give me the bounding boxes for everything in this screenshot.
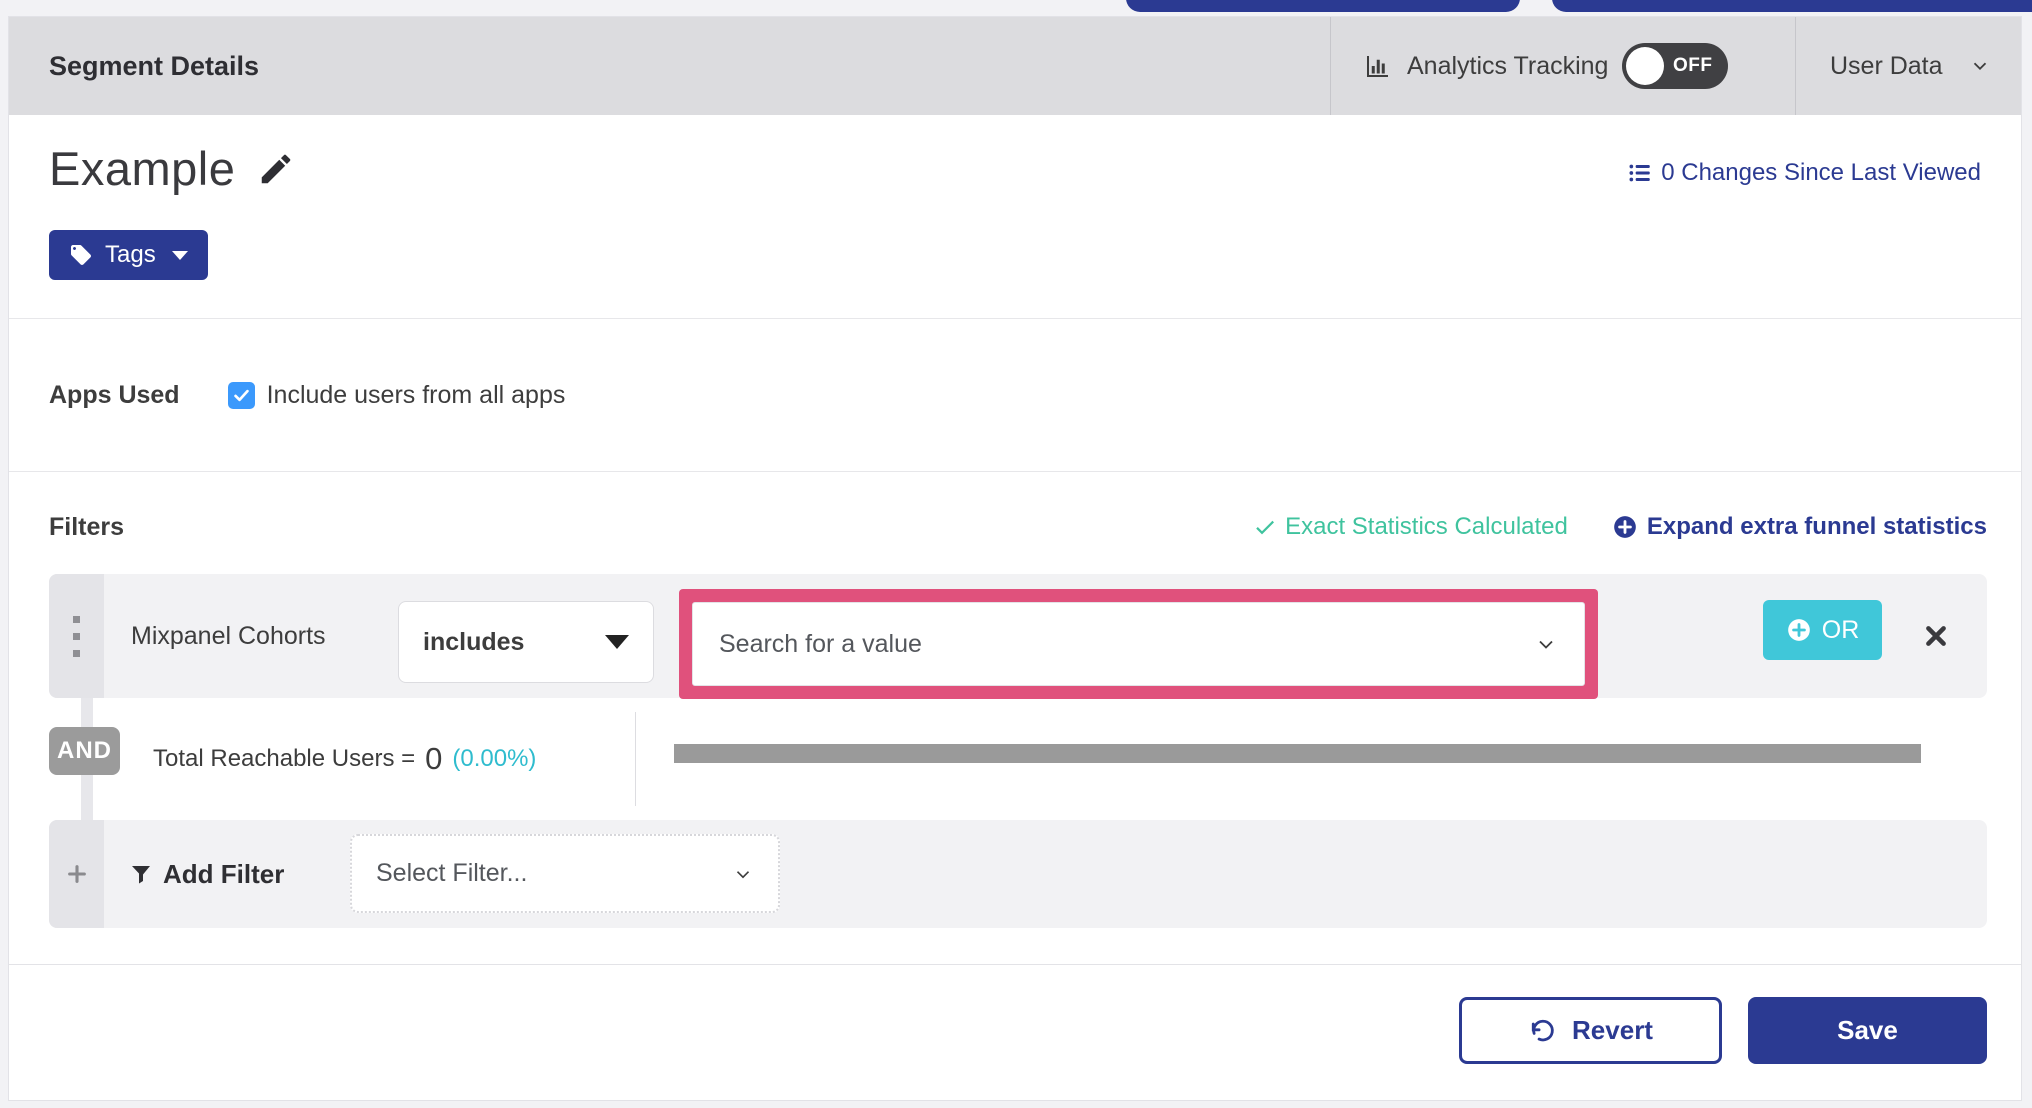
segment-details-page: Segment Details Analytics Tracking OFF U… (0, 0, 2032, 1108)
filters-heading: Filters (49, 512, 125, 541)
filter-name: Mixpanel Cohorts (131, 621, 326, 650)
value-placeholder: Search for a value (719, 629, 922, 658)
exact-statistics-label: Exact Statistics Calculated (1285, 513, 1568, 540)
save-button[interactable]: Save (1748, 997, 1987, 1064)
page-title: Segment Details (49, 50, 260, 81)
include-all-apps-checkbox[interactable] (227, 381, 255, 409)
segment-title-block: Example 0 Changes Since Last Viewed Tags (9, 115, 2021, 319)
exact-statistics-status: Exact Statistics Calculated (1253, 513, 1568, 541)
revert-button-label: Revert (1572, 1015, 1653, 1045)
select-filter-placeholder: Select Filter... (376, 859, 528, 887)
or-button-label: OR (1821, 615, 1860, 644)
toggle-knob (1626, 47, 1665, 85)
reachable-users-label: Total Reachable Users = (153, 745, 416, 772)
close-icon (1926, 626, 1946, 646)
plus-icon (67, 865, 86, 883)
add-filter-plus-handle[interactable] (49, 820, 104, 928)
value-select-highlight: Search for a value (679, 589, 1598, 699)
vertical-divider (635, 712, 636, 806)
footer-actions: Revert Save (9, 964, 2021, 1064)
tags-button[interactable]: Tags (49, 230, 208, 280)
drag-handle[interactable] (49, 574, 104, 698)
revert-button[interactable]: Revert (1459, 997, 1722, 1064)
add-filter-label: Add Filter (163, 858, 285, 889)
and-badge: AND (49, 727, 120, 775)
chevron-down-icon (1539, 640, 1553, 649)
expand-funnel-statistics-link[interactable]: Expand extra funnel statistics (1612, 513, 1987, 541)
check-icon (1253, 515, 1277, 539)
expand-funnel-statistics-label: Expand extra funnel statistics (1646, 513, 1987, 540)
analytics-tracking-toggle[interactable]: OFF (1622, 43, 1729, 89)
add-filter-row: Add Filter Select Filter... (49, 820, 1987, 928)
chevron-down-icon (1969, 55, 1991, 77)
bar-chart-icon (1363, 51, 1393, 81)
add-filter-label-group: Add Filter (129, 820, 284, 928)
tags-button-label: Tags (105, 241, 156, 268)
filter-row: Mixpanel Cohorts includes Search for a v… (49, 574, 1987, 699)
select-filter-dropdown[interactable]: Select Filter... (350, 834, 780, 913)
apps-used-section: Apps Used Include users from all apps (9, 319, 2021, 472)
user-data-label: User Data (1830, 51, 1943, 80)
analytics-tracking-label: Analytics Tracking (1407, 51, 1609, 80)
top-tab-pill[interactable] (1126, 0, 1520, 12)
changes-since-last-viewed-link[interactable]: 0 Changes Since Last Viewed (1627, 159, 1981, 187)
edit-pencil-icon[interactable] (257, 150, 295, 188)
caret-down-icon (605, 635, 629, 649)
operator-select[interactable]: includes (398, 601, 654, 683)
analytics-tracking-section: Analytics Tracking OFF (1330, 17, 1795, 115)
undo-icon (1528, 1017, 1556, 1045)
caret-down-icon (171, 250, 188, 260)
list-icon (1627, 160, 1653, 186)
reachable-users-bar (674, 744, 1921, 763)
user-data-dropdown[interactable]: User Data (1795, 17, 2021, 115)
circle-plus-icon (1786, 617, 1812, 643)
remove-filter-button[interactable] (1923, 574, 1949, 698)
reachable-users-section: AND Total Reachable Users = 0 (0.00%) (49, 698, 1987, 820)
reachable-users-value: 0 (425, 741, 443, 776)
include-all-apps-label: Include users from all apps (266, 380, 566, 409)
circle-plus-icon (1612, 514, 1638, 540)
add-or-condition-button[interactable]: OR (1763, 600, 1882, 660)
top-tab-pill[interactable] (1552, 0, 2032, 12)
funnel-icon (129, 862, 153, 886)
segment-name: Example (49, 142, 236, 195)
segment-details-card: Segment Details Analytics Tracking OFF U… (8, 16, 2022, 1101)
save-button-label: Save (1837, 1015, 1898, 1045)
changes-link-label: 0 Changes Since Last Viewed (1661, 159, 1981, 186)
toggle-state-label: OFF (1672, 55, 1713, 76)
apps-used-label: Apps Used (49, 380, 180, 409)
operator-value: includes (423, 627, 525, 656)
value-select[interactable]: Search for a value (692, 602, 1585, 686)
filters-section: Filters Exact Statistics Calculated Expa… (9, 472, 2021, 964)
tag-icon (69, 243, 93, 267)
reachable-users-percent: (0.00%) (452, 745, 537, 772)
card-header: Segment Details Analytics Tracking OFF U… (9, 17, 2021, 115)
chevron-down-icon (736, 870, 750, 878)
